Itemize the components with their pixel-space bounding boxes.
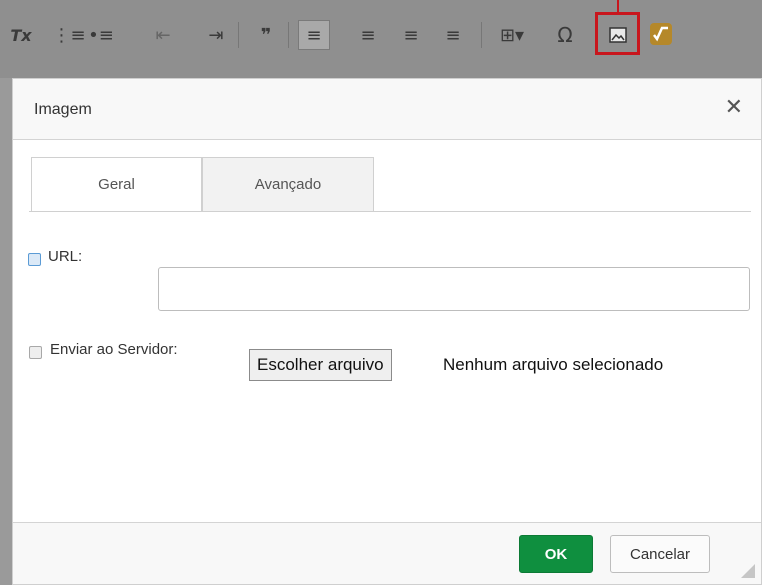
outdent-icon[interactable]: ⇤: [150, 20, 176, 50]
align-right-icon[interactable]: ≡: [398, 20, 424, 50]
align-left-icon[interactable]: ≡: [298, 20, 330, 50]
upload-checkbox[interactable]: [29, 346, 42, 359]
tabs-divider: [29, 211, 751, 212]
dialog-header: Imagem ✕: [13, 79, 761, 140]
numbered-list-icon[interactable]: ⋮≡: [52, 20, 85, 50]
url-label: URL:: [48, 248, 83, 265]
dialog-footer: OK Cancelar: [13, 522, 761, 584]
editor-toolbar: Tx ⋮≡ •≡ ⇤ ⇥ ❞ ≡ ≡ ≡ ≡ ⊞▾ Ω: [0, 0, 762, 78]
image-dialog: Imagem ✕ Geral Avançado URL: Enviar ao S…: [12, 78, 762, 585]
ok-button[interactable]: OK: [519, 535, 593, 573]
tab-general[interactable]: Geral: [31, 157, 202, 212]
bulleted-list-icon[interactable]: •≡: [88, 20, 114, 50]
blockquote-icon[interactable]: ❞: [252, 20, 280, 50]
justify-icon[interactable]: ≡: [440, 20, 466, 50]
url-input[interactable]: [158, 267, 750, 311]
choose-file-button[interactable]: Escolher arquivo: [249, 349, 392, 381]
url-checkbox[interactable]: [28, 253, 41, 266]
close-icon[interactable]: ✕: [725, 95, 743, 120]
special-char-icon[interactable]: Ω: [552, 20, 578, 50]
math-formula-icon[interactable]: [650, 23, 672, 45]
indent-icon[interactable]: ⇥: [203, 20, 229, 50]
highlight-pointer: [617, 0, 619, 12]
table-icon[interactable]: ⊞▾: [492, 20, 532, 50]
tab-advanced[interactable]: Avançado: [202, 157, 374, 212]
upload-label: Enviar ao Servidor:: [50, 341, 178, 358]
resize-handle[interactable]: [741, 564, 755, 578]
dialog-title: Imagem: [34, 101, 92, 118]
toolbar-divider: [481, 22, 482, 48]
align-center-icon[interactable]: ≡: [355, 20, 381, 50]
toolbar-divider: [288, 22, 289, 48]
toolbar-divider: [238, 22, 239, 48]
editor-background: [0, 78, 12, 585]
file-status: Nenhum arquivo selecionado: [443, 355, 664, 374]
image-icon[interactable]: [603, 20, 633, 50]
remove-format-icon[interactable]: Tx: [6, 20, 36, 50]
cancel-button[interactable]: Cancelar: [610, 535, 710, 573]
